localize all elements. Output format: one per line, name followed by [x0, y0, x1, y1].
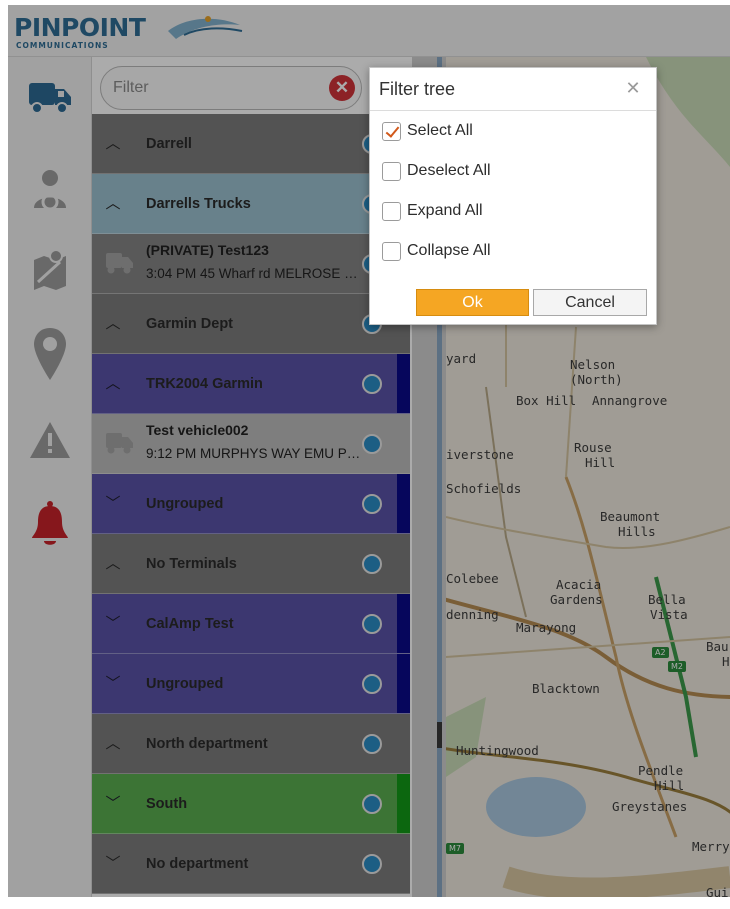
option-label: Collapse All	[407, 242, 491, 259]
dialog-divider	[370, 110, 656, 111]
close-icon[interactable]: ✕	[623, 78, 643, 98]
expand-all-checkbox[interactable]	[382, 201, 401, 221]
option-label: Expand All	[407, 202, 483, 219]
option-expand-all[interactable]: Expand All	[382, 200, 483, 222]
ok-button[interactable]: Ok	[416, 289, 529, 316]
deselect-all-checkbox[interactable]	[382, 161, 401, 181]
filter-tree-dialog: Filter tree ✕ Select All Deselect All Ex…	[369, 67, 657, 325]
collapse-all-checkbox[interactable]	[382, 241, 401, 261]
option-deselect-all[interactable]: Deselect All	[382, 160, 491, 182]
option-select-all[interactable]: Select All	[382, 120, 473, 142]
option-label: Select All	[407, 122, 473, 139]
option-label: Deselect All	[407, 162, 491, 179]
select-all-checkbox[interactable]	[382, 121, 401, 141]
cancel-button[interactable]: Cancel	[533, 289, 647, 316]
dialog-title: Filter tree	[379, 79, 456, 99]
option-collapse-all[interactable]: Collapse All	[382, 240, 491, 262]
